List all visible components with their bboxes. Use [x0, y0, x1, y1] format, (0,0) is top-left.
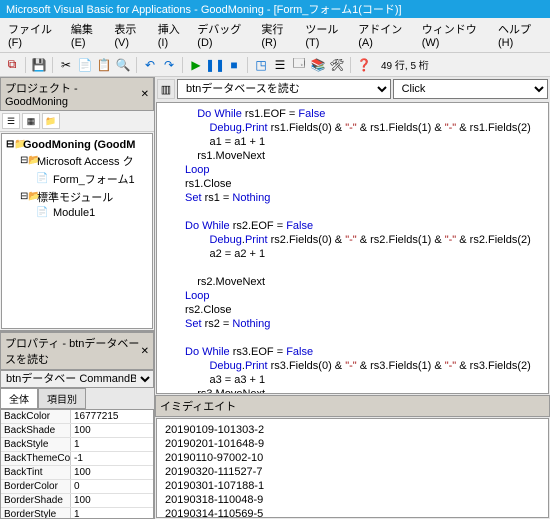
- immediate-window[interactable]: 20190109-101303-220190201-101648-9201901…: [156, 418, 549, 518]
- tab-all[interactable]: 全体: [0, 388, 38, 409]
- tab-category[interactable]: 項目別: [38, 388, 86, 409]
- menu-item[interactable]: 挿入(I): [154, 20, 192, 50]
- properties-grid[interactable]: BackColor16777215BackShade100BackStyle1B…: [0, 409, 154, 519]
- property-row[interactable]: BackColor16777215: [1, 410, 153, 424]
- menu-item[interactable]: 実行(R): [257, 20, 299, 50]
- menu-item[interactable]: ウィンドウ(W): [418, 20, 492, 50]
- menu-item[interactable]: ツール(T): [301, 20, 352, 50]
- save-icon[interactable]: 💾: [31, 57, 47, 73]
- access-icon[interactable]: ⧉: [4, 57, 20, 73]
- toolbox-icon[interactable]: 🛠: [329, 57, 345, 73]
- menu-item[interactable]: ファイル(F): [4, 20, 65, 50]
- tree-item[interactable]: ⊟📂標準モジュール: [4, 188, 150, 206]
- paste-icon[interactable]: 📋: [96, 57, 112, 73]
- design-icon[interactable]: ◳: [253, 57, 269, 73]
- copy-icon[interactable]: 📄: [77, 57, 93, 73]
- property-row[interactable]: BackShade100: [1, 424, 153, 438]
- close-icon[interactable]: ✕: [141, 346, 149, 357]
- tree-item[interactable]: 📄Form_フォーム1: [4, 170, 150, 188]
- menu-item[interactable]: 編集(E): [67, 20, 108, 50]
- cut-icon[interactable]: ✂: [58, 57, 74, 73]
- tree-item[interactable]: ⊟📁GoodMoning (GoodM: [4, 138, 150, 152]
- immediate-title: イミディエイト: [155, 395, 550, 417]
- reset-icon[interactable]: ■: [226, 57, 242, 73]
- properties-icon[interactable]: 🗔: [291, 57, 307, 73]
- property-row[interactable]: BorderColor0: [1, 480, 153, 494]
- run-icon[interactable]: ▶: [188, 57, 204, 73]
- tree-item[interactable]: 📄Module1: [4, 206, 150, 220]
- code-icon: ▥: [157, 79, 175, 99]
- property-row[interactable]: BackTint100: [1, 466, 153, 480]
- menu-item[interactable]: アドイン(A): [354, 20, 415, 50]
- object-browser-icon[interactable]: 📚: [310, 57, 326, 73]
- properties-pane-title: プロパティ - btnデータベースを読む ✕: [0, 332, 154, 370]
- property-row[interactable]: BackStyle1: [1, 438, 153, 452]
- project-pane-title: プロジェクト - GoodMoning ✕: [0, 77, 154, 111]
- cursor-position: 49 行, 5 桁: [375, 57, 435, 72]
- title-bar: Microsoft Visual Basic for Applications …: [0, 0, 550, 18]
- folder-toggle-icon[interactable]: 📁: [42, 113, 60, 129]
- project-explorer-icon[interactable]: ☰: [272, 57, 288, 73]
- project-toolbar: ☰ ▦ 📁: [0, 111, 154, 132]
- code-header: ▥ btnデータベースを読む Click: [155, 77, 550, 101]
- object-dropdown[interactable]: btnデータベースを読む: [177, 79, 391, 99]
- tree-item[interactable]: ⊟📂Microsoft Access ク: [4, 152, 150, 170]
- close-icon[interactable]: ✕: [141, 89, 149, 100]
- property-row[interactable]: BackThemeCo-1: [1, 452, 153, 466]
- code-editor[interactable]: Do While rs1.EOF = False Debug.Print rs1…: [156, 102, 549, 394]
- app-title: Microsoft Visual Basic for Applications …: [6, 1, 402, 17]
- find-icon[interactable]: 🔍: [115, 57, 131, 73]
- menu-item[interactable]: デバッグ(D): [193, 20, 255, 50]
- procedure-dropdown[interactable]: Click: [393, 79, 548, 99]
- property-row[interactable]: BorderShade100: [1, 494, 153, 508]
- project-tree[interactable]: ⊟📁GoodMoning (GoodM⊟📂Microsoft Access ク📄…: [1, 133, 153, 329]
- menu-item[interactable]: 表示(V): [110, 20, 151, 50]
- undo-icon[interactable]: ↶: [142, 57, 158, 73]
- view-object-icon[interactable]: ▦: [22, 113, 40, 129]
- menu-bar: ファイル(F)編集(E)表示(V)挿入(I)デバッグ(D)実行(R)ツール(T)…: [0, 18, 550, 53]
- properties-object-select[interactable]: btnデータベー CommandBut: [0, 370, 154, 388]
- menu-item[interactable]: ヘルプ(H): [494, 20, 546, 50]
- break-icon[interactable]: ❚❚: [207, 57, 223, 73]
- properties-tabs: 全体 項目別: [0, 388, 154, 409]
- help-icon[interactable]: ❓: [356, 57, 372, 73]
- view-code-icon[interactable]: ☰: [2, 113, 20, 129]
- property-row[interactable]: BorderStyle1: [1, 508, 153, 519]
- toolbar: ⧉ 💾 ✂ 📄 📋 🔍 ↶ ↷ ▶ ❚❚ ■ ◳ ☰ 🗔 📚 🛠 ❓ 49 行,…: [0, 53, 550, 77]
- redo-icon[interactable]: ↷: [161, 57, 177, 73]
